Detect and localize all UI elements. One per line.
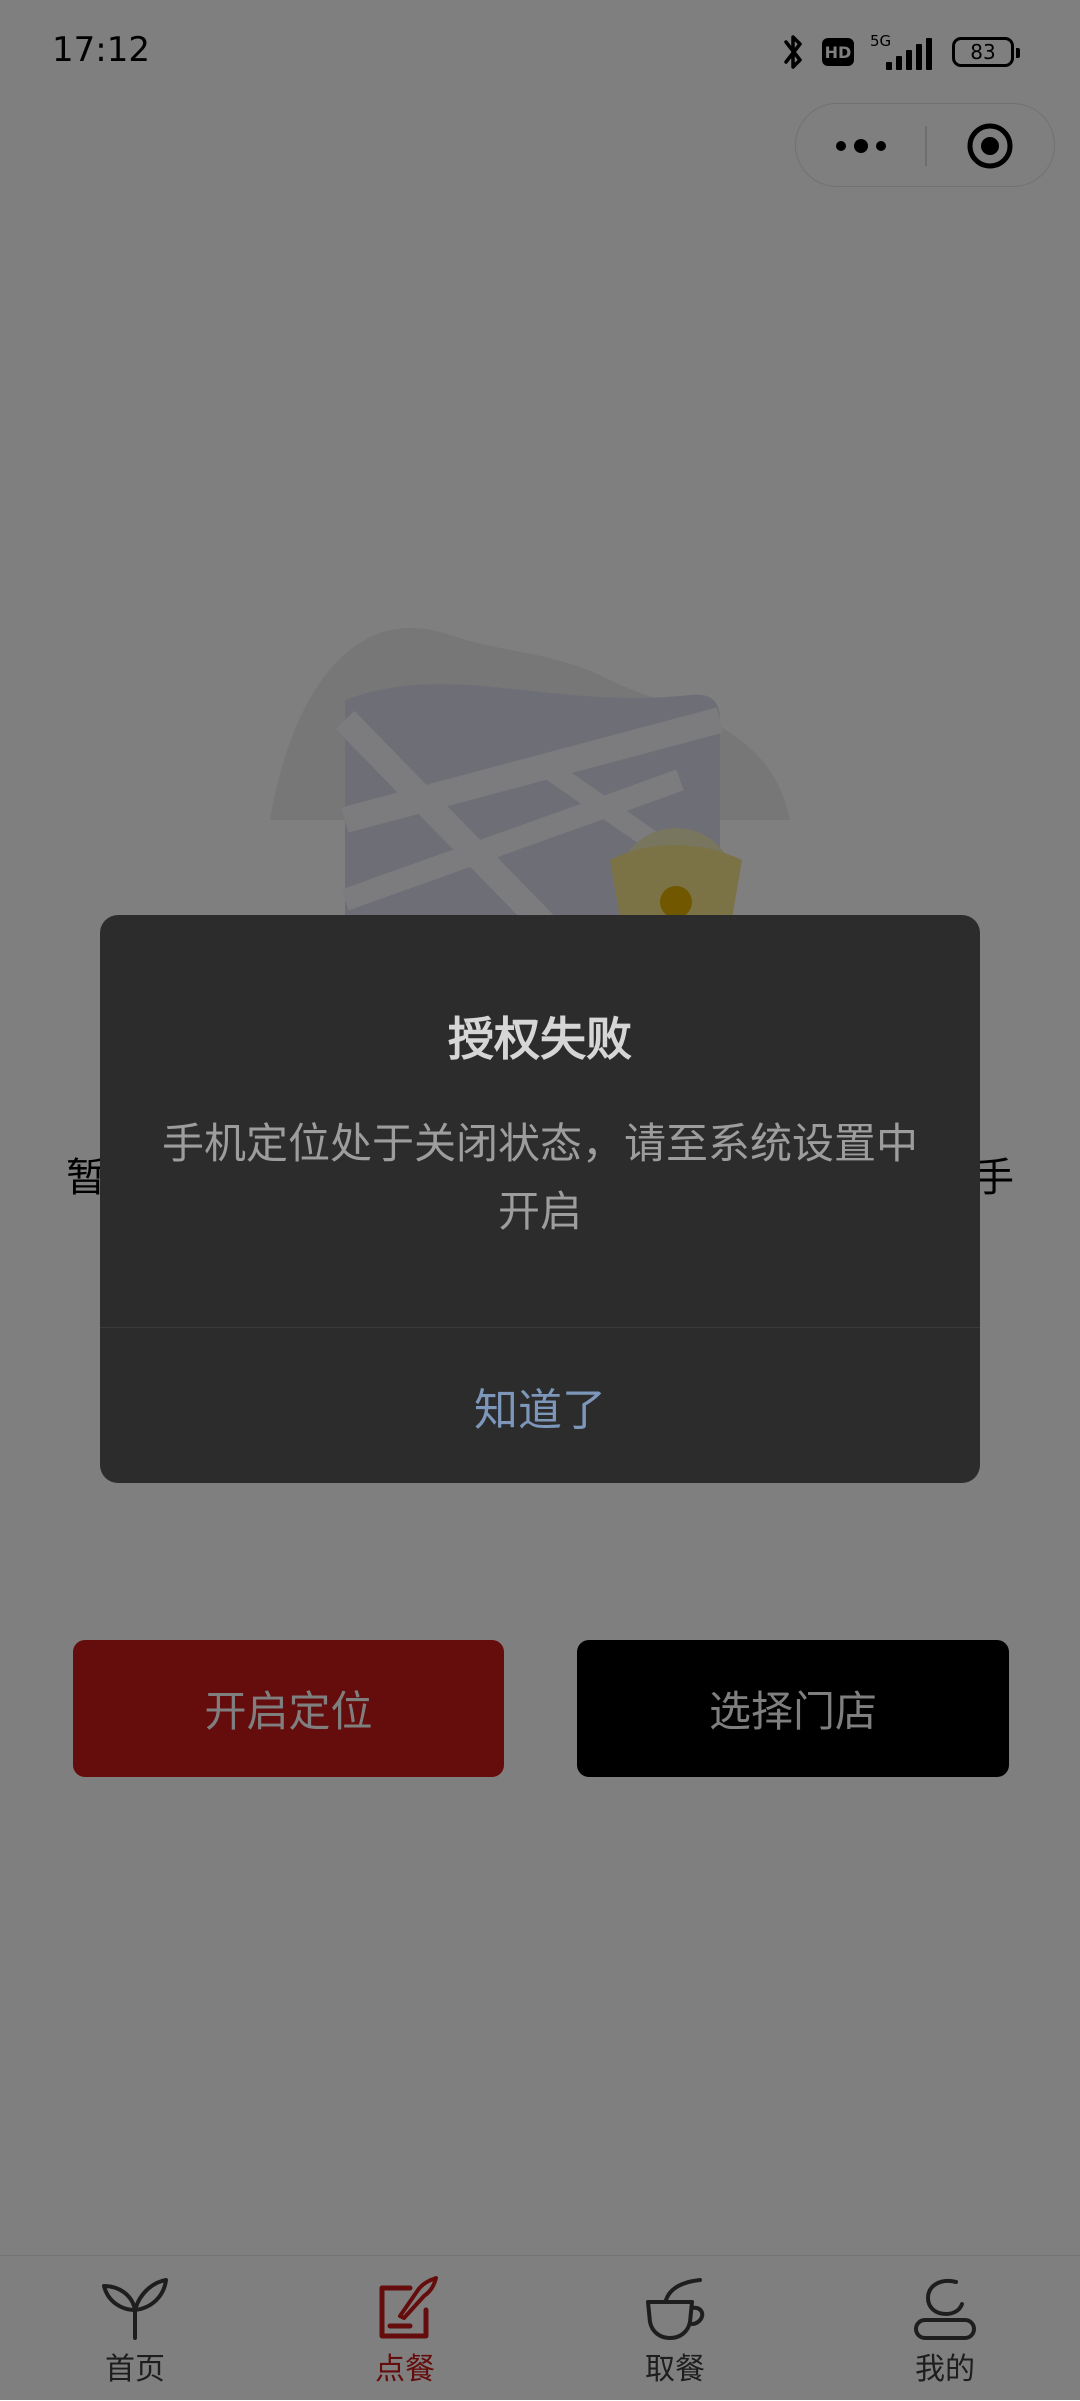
dialog-confirm-button[interactable]: 知道了 bbox=[100, 1328, 980, 1483]
auth-failed-dialog: 授权失败 手机定位处于关闭状态，请至系统设置中开启 知道了 bbox=[100, 915, 980, 1483]
dialog-message: 手机定位处于关闭状态，请至系统设置中开启 bbox=[161, 1119, 918, 1236]
dialog-title: 授权失败 bbox=[448, 1012, 632, 1066]
